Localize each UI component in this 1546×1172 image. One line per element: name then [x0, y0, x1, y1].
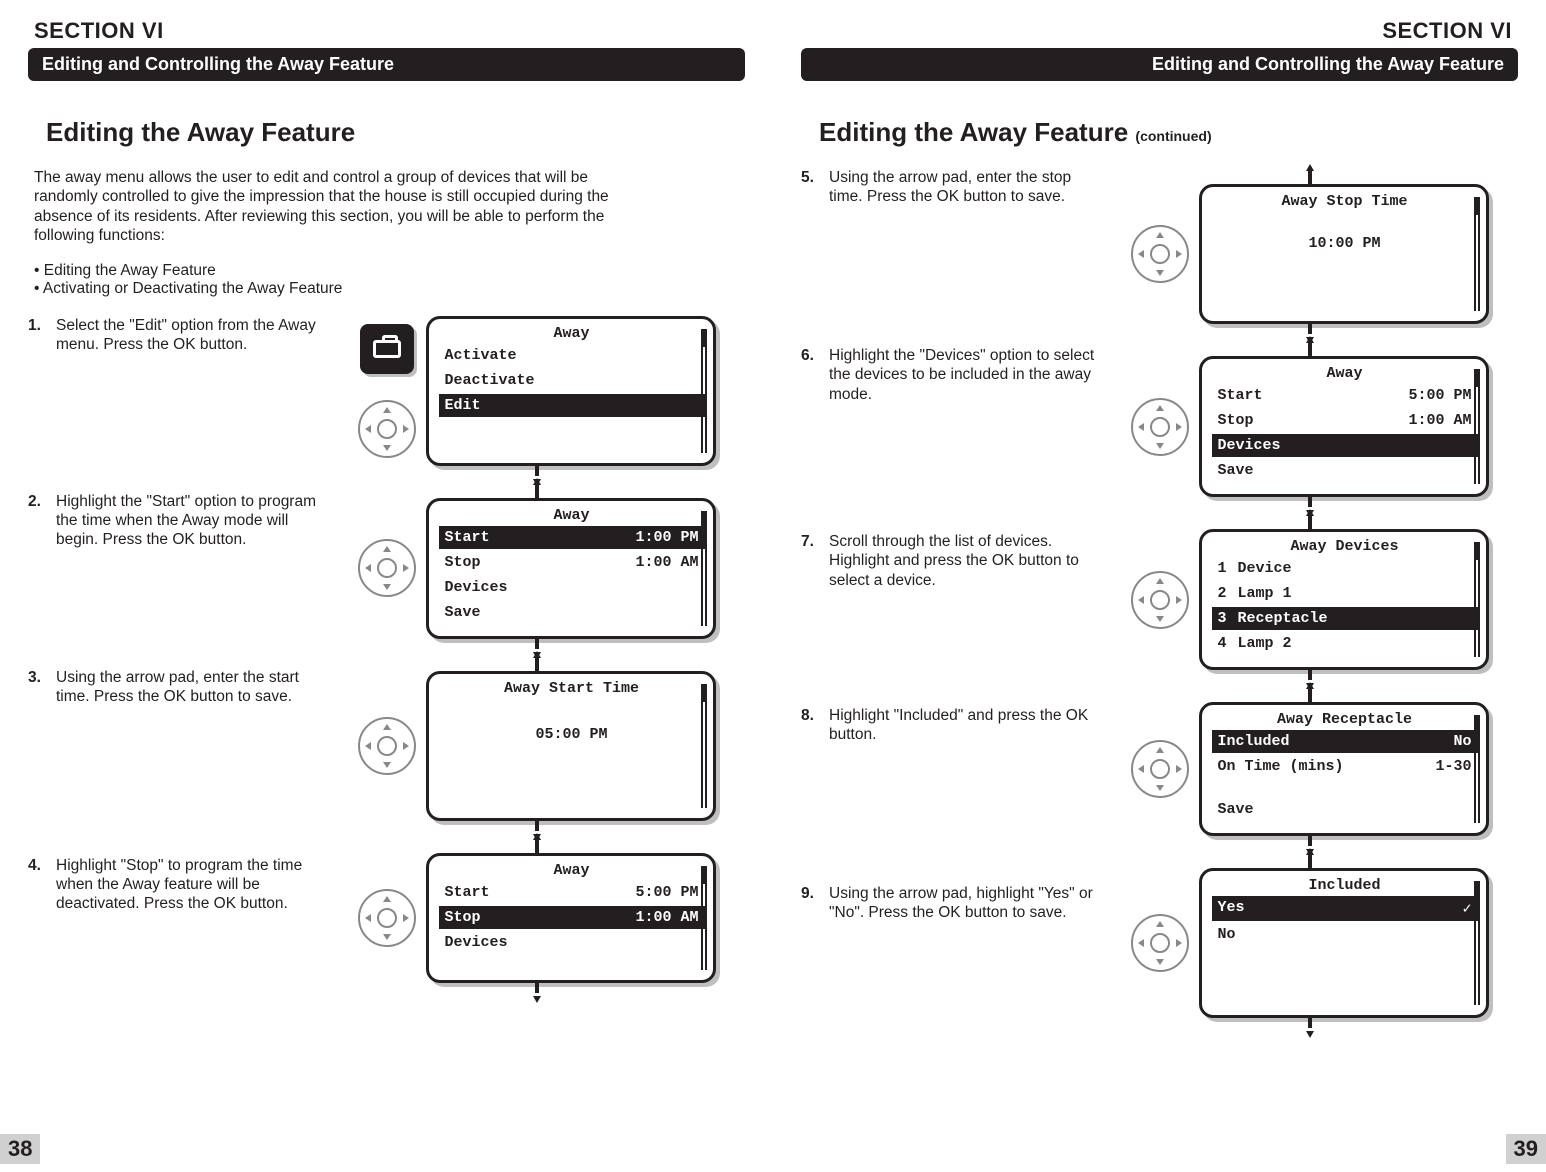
step2-text: Highlight the "Start" option to program …: [56, 492, 328, 648]
screen4-l2b: 1:00 AM: [635, 909, 698, 926]
dpad-icon: [1131, 398, 1189, 456]
screen8-l1a: Included: [1218, 733, 1290, 750]
idx1: 1: [1218, 560, 1238, 577]
screen8-title: Away Receptacle: [1212, 711, 1478, 728]
bullet-2: • Activating or Deactivating the Away Fe…: [34, 280, 745, 298]
screen2-l2a: Stop: [445, 554, 481, 571]
bullet-1: • Editing the Away Feature: [34, 262, 745, 280]
screen2-l4: Save: [445, 604, 481, 621]
dpad-icon: [358, 539, 416, 597]
screen6-l2b: 1:00 AM: [1408, 412, 1471, 429]
intro-text: The away menu allows the user to edit an…: [34, 168, 614, 246]
screen-receptacle: Away Receptacle Included No On Time (mins…: [1199, 702, 1489, 836]
screen4-title: Away: [439, 862, 705, 879]
page-number-right: 39: [1506, 1134, 1546, 1164]
screen6-title: Away: [1212, 365, 1478, 382]
screen1-opt3: Edit: [445, 397, 481, 414]
idx2: 2: [1218, 585, 1238, 602]
dpad-icon: [1131, 571, 1189, 629]
screen-away-stop: Away Start 5:00 PM Stop 1:00 AM Devices: [426, 853, 716, 983]
step4-text: Highlight "Stop" to program the time whe…: [56, 856, 328, 914]
screen6-l1b: 5:00 PM: [1408, 387, 1471, 404]
screen6-l2a: Stop: [1218, 412, 1254, 429]
dev2: Lamp 1: [1238, 585, 1472, 602]
screen1-title: Away: [439, 325, 705, 342]
screen2-l1b: 1:00 PM: [635, 529, 698, 546]
screen-device-list: Away Devices 1Device 2Lamp 1 3Receptacle…: [1199, 529, 1489, 670]
screen-away-devices-menu: Away Start 5:00 PM Stop 1:00 AM Devices Sa…: [1199, 356, 1489, 497]
page-number-left: 38: [0, 1134, 40, 1164]
step6-num: 6.: [801, 346, 823, 512]
step3-text: Using the arrow pad, enter the start tim…: [56, 668, 328, 836]
screen-included: Included Yes No: [1199, 868, 1489, 1018]
screen2-l2b: 1:00 AM: [635, 554, 698, 571]
dpad-icon: [358, 889, 416, 947]
header-bar-right: Editing and Controlling the Away Feature: [801, 48, 1518, 81]
step9-num: 9.: [801, 884, 823, 923]
screen3-title: Away Start Time: [439, 680, 705, 697]
step3-num: 3.: [28, 668, 50, 836]
step7-num: 7.: [801, 532, 823, 686]
dev1: Device: [1238, 560, 1472, 577]
dpad-icon: [358, 717, 416, 775]
screen7-title: Away Devices: [1212, 538, 1478, 555]
screen4-l2a: Stop: [445, 909, 481, 926]
step7-text: Scroll through the list of devices. High…: [829, 532, 1101, 686]
screen6-l4: Save: [1218, 462, 1254, 479]
screen1-opt2: Deactivate: [445, 372, 535, 389]
dpad-icon: [1131, 225, 1189, 283]
screen2-title: Away: [439, 507, 705, 524]
step6-text: Highlight the "Devices" option to select…: [829, 346, 1101, 512]
section-label-left: SECTION VI: [34, 18, 745, 44]
briefcase-icon: [360, 324, 414, 374]
screen-stop-time: Away Stop Time 10:00 PM: [1199, 184, 1489, 324]
step5-num: 5.: [801, 168, 823, 326]
screen4-l1b: 5:00 PM: [635, 884, 698, 901]
step2-num: 2.: [28, 492, 50, 648]
screen9-title: Included: [1212, 877, 1478, 894]
screen8-l1b: No: [1453, 733, 1471, 750]
screen-away-start: Away Start 1:00 PM Stop 1:00 AM Devices Sa…: [426, 498, 716, 639]
screen4-l1a: Start: [445, 884, 490, 901]
screen6-l3: Devices: [1218, 437, 1281, 454]
dev3: Receptacle: [1238, 610, 1472, 627]
screen8-l3: Save: [1218, 801, 1254, 818]
step4-num: 4.: [28, 856, 50, 914]
dpad-icon: [358, 400, 416, 458]
screen8-l2a: On Time (mins): [1218, 758, 1344, 775]
screen9-o2: No: [1218, 926, 1236, 943]
idx3: 3: [1218, 610, 1238, 627]
step5-text: Using the arrow pad, enter the stop time…: [829, 168, 1101, 326]
screen4-l3: Devices: [445, 934, 508, 951]
dpad-icon: [1131, 740, 1189, 798]
screen8-l2b: 1-30: [1435, 758, 1471, 775]
section-label-right: SECTION VI: [807, 18, 1512, 44]
header-bar-left: Editing and Controlling the Away Feature: [28, 48, 745, 81]
step8-text: Highlight "Included" and press the OK bu…: [829, 706, 1101, 864]
screen-start-time: Away Start Time 05:00 PM: [426, 671, 716, 821]
screen2-l1a: Start: [445, 529, 490, 546]
screen3-val: 05:00 PM: [535, 726, 607, 743]
screen1-opt1: Activate: [445, 347, 517, 364]
screen2-l3: Devices: [445, 579, 508, 596]
screen-away-menu: Away Activate Deactivate Edit: [426, 316, 716, 466]
page-title-right: Editing the Away Feature (continued): [819, 117, 1518, 148]
dpad-icon: [1131, 914, 1189, 972]
dev4: Lamp 2: [1238, 635, 1472, 652]
step8-num: 8.: [801, 706, 823, 864]
step9-text: Using the arrow pad, highlight "Yes" or …: [829, 884, 1101, 923]
page-title-left: Editing the Away Feature: [46, 117, 745, 148]
screen6-l1a: Start: [1218, 387, 1263, 404]
screen5-val: 10:00 PM: [1308, 235, 1380, 252]
step1-num: 1.: [28, 316, 50, 472]
step1-text: Select the "Edit" option from the Away m…: [56, 316, 328, 472]
screen9-o1: Yes: [1218, 899, 1245, 918]
idx4: 4: [1218, 635, 1238, 652]
screen5-title: Away Stop Time: [1212, 193, 1478, 210]
